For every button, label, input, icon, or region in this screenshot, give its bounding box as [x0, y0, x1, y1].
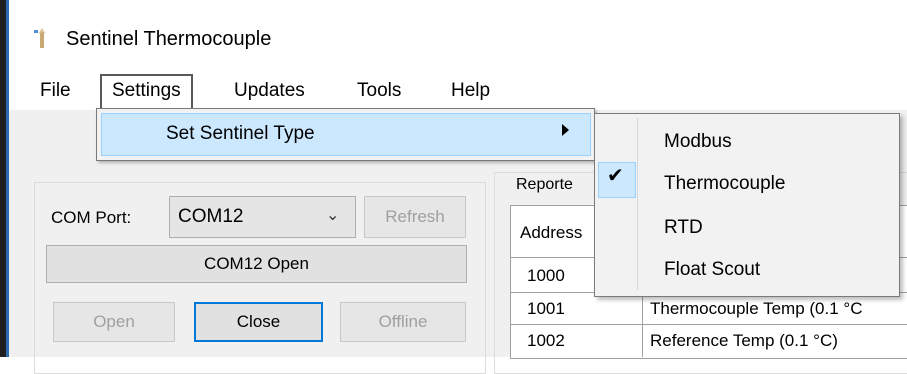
- table-column-divider: [642, 292, 643, 357]
- settings-menu: Set Sentinel Type: [96, 108, 595, 161]
- table-cell-address: 1002: [527, 331, 565, 350]
- column-header-address[interactable]: Address: [520, 223, 582, 243]
- refresh-button[interactable]: Refresh: [364, 196, 466, 238]
- app-icon: [30, 26, 54, 50]
- table-cell-address: 1001: [527, 299, 565, 318]
- menu-item-float-scout[interactable]: Float Scout: [664, 259, 760, 281]
- menu-updates[interactable]: Updates: [224, 76, 315, 106]
- submenu-arrow-icon: [562, 124, 569, 136]
- offline-button[interactable]: Offline: [340, 302, 466, 342]
- connection-status: COM12 Open: [46, 245, 467, 283]
- menu-item-modbus[interactable]: Modbus: [664, 131, 732, 153]
- menu-tools[interactable]: Tools: [347, 76, 411, 106]
- menu-item-set-sentinel-type[interactable]: Set Sentinel Type: [101, 113, 591, 156]
- menu-settings[interactable]: Settings: [100, 74, 193, 109]
- menu-help[interactable]: Help: [441, 76, 500, 106]
- menu-item-label: Set Sentinel Type: [166, 123, 315, 144]
- open-button[interactable]: Open: [53, 302, 175, 342]
- com-port-label: COM Port:: [51, 208, 132, 227]
- menu-gutter-separator: [637, 118, 638, 290]
- menu-item-rtd[interactable]: RTD: [664, 217, 703, 239]
- menu-file[interactable]: File: [30, 76, 81, 106]
- table-row-divider: [510, 324, 907, 325]
- close-button[interactable]: Close: [194, 302, 323, 342]
- window-title: Sentinel Thermocouple: [66, 28, 272, 50]
- check-icon: ✔: [607, 165, 624, 187]
- app-window: Sentinel Thermocouple File Settings Upda…: [0, 0, 907, 374]
- reported-group-title: Reporte: [514, 176, 575, 194]
- com-port-select[interactable]: COM12 ⌄: [169, 196, 356, 238]
- chevron-down-icon: ⌄: [326, 207, 340, 224]
- com-port-value: COM12: [178, 206, 244, 227]
- table-cell-description: Thermocouple Temp (0.1 °C: [650, 299, 863, 318]
- menu-item-thermocouple[interactable]: Thermocouple: [664, 173, 785, 195]
- sentinel-type-menu: ✔ Modbus Thermocouple RTD Float Scout: [594, 113, 900, 297]
- table-cell-address: 1000: [527, 266, 565, 285]
- table-cell-description: Reference Temp (0.1 °C): [650, 331, 838, 350]
